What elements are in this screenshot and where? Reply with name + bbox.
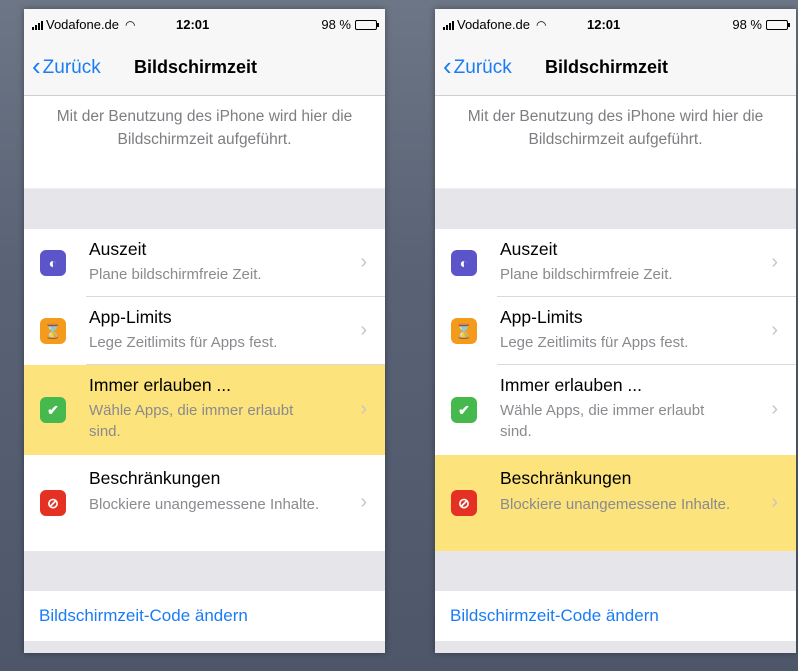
wifi-icon: ◠ bbox=[125, 17, 136, 32]
row-title: Beschränkungen bbox=[89, 468, 221, 488]
change-code-link[interactable]: Bildschirmzeit-Code ändern bbox=[450, 606, 659, 626]
row-app-limits[interactable]: ⌛ App-Limits Lege Zeitlimits für Apps fe… bbox=[435, 297, 796, 365]
row-app-limits[interactable]: ⌛ App-Limits Lege Zeitlimits für Apps fe… bbox=[24, 297, 385, 365]
row-auszeit[interactable]: ◐ Auszeit Plane bildschirmfreie Zeit. › bbox=[435, 229, 796, 297]
chevron-right-icon: › bbox=[360, 398, 367, 420]
battery-icon bbox=[766, 19, 790, 30]
hourglass-icon: ⌛ bbox=[40, 318, 66, 344]
status-bar: Vodafone.de ◠ 12:01 98 % bbox=[24, 9, 385, 39]
row-subtitle: Blockiere unangemessene Inhalte. bbox=[500, 496, 731, 513]
battery-indicator: 98 % bbox=[321, 17, 379, 32]
chevron-right-icon: › bbox=[360, 251, 367, 273]
chevron-left-icon: ‹ bbox=[32, 51, 41, 81]
downtime-icon: ◐ bbox=[40, 250, 66, 276]
row-subtitle: Blockiere unangemessene Inhalte. bbox=[89, 496, 320, 513]
restriction-icon: ⊘ bbox=[451, 490, 477, 516]
row-subtitle: Wähle Apps, die immer erlaubt sind. bbox=[89, 402, 294, 440]
section-gap bbox=[435, 641, 796, 653]
chevron-right-icon: › bbox=[360, 491, 367, 513]
row-restrictions[interactable]: ⊘ Beschränkungen Blockiere unangemessene… bbox=[435, 455, 796, 551]
back-label: Zurück bbox=[453, 57, 512, 78]
carrier-indicator: Vodafone.de ◠ bbox=[443, 17, 547, 32]
battery-indicator: 98 % bbox=[732, 17, 790, 32]
row-title: Immer erlauben ... bbox=[500, 375, 642, 395]
back-label: Zurück bbox=[42, 57, 101, 78]
row-title: Auszeit bbox=[89, 239, 147, 259]
page-title: Bildschirmzeit bbox=[134, 57, 258, 77]
carrier-indicator: Vodafone.de ◠ bbox=[32, 17, 136, 32]
row-title: Beschränkungen bbox=[500, 468, 632, 488]
row-subtitle: Plane bildschirmfreie Zeit. bbox=[500, 266, 673, 283]
battery-percent: 98 % bbox=[321, 17, 351, 32]
navigation-bar: ‹ Zurück Bildschirmzeit bbox=[24, 39, 385, 96]
status-time: 12:01 bbox=[176, 17, 210, 32]
row-always-allowed[interactable]: ✔ Immer erlauben ... Wähle Apps, die imm… bbox=[435, 365, 796, 455]
chevron-right-icon: › bbox=[771, 319, 778, 341]
row-title: Auszeit bbox=[500, 239, 558, 259]
row-title: Immer erlauben ... bbox=[89, 375, 231, 395]
wifi-icon: ◠ bbox=[536, 17, 547, 32]
hourglass-icon: ⌛ bbox=[451, 318, 477, 344]
chevron-right-icon: › bbox=[771, 491, 778, 513]
status-bar: Vodafone.de ◠ 12:01 98 % bbox=[435, 9, 796, 39]
downtime-icon: ◐ bbox=[451, 250, 477, 276]
phone-screen-right: Vodafone.de ◠ 12:01 98 % ‹ Zurück Bildsc… bbox=[435, 9, 796, 653]
carrier-name: Vodafone.de bbox=[46, 17, 120, 32]
change-code-link[interactable]: Bildschirmzeit-Code ändern bbox=[39, 606, 248, 626]
section-gap bbox=[435, 551, 796, 591]
chevron-right-icon: › bbox=[360, 319, 367, 341]
page-title: Bildschirmzeit bbox=[545, 57, 669, 77]
section-gap bbox=[24, 189, 385, 229]
row-subtitle: Plane bildschirmfreie Zeit. bbox=[89, 266, 262, 283]
checkmark-badge-icon: ✔ bbox=[40, 397, 66, 423]
section-gap bbox=[24, 641, 385, 653]
signal-icon bbox=[443, 20, 454, 30]
chevron-left-icon: ‹ bbox=[443, 51, 452, 81]
row-subtitle: Wähle Apps, die immer erlaubt sind. bbox=[500, 402, 705, 440]
change-code-row[interactable]: Bildschirmzeit-Code ändern bbox=[435, 591, 796, 641]
battery-icon bbox=[355, 19, 379, 30]
carrier-name: Vodafone.de bbox=[457, 17, 531, 32]
info-text: Mit der Benutzung des iPhone wird hier d… bbox=[467, 108, 764, 148]
row-auszeit[interactable]: ◐ Auszeit Plane bildschirmfreie Zeit. › bbox=[24, 229, 385, 297]
status-time: 12:01 bbox=[587, 17, 621, 32]
section-gap bbox=[435, 189, 796, 229]
row-subtitle: Lege Zeitlimits für Apps fest. bbox=[89, 334, 278, 351]
back-button[interactable]: ‹ Zurück bbox=[443, 51, 512, 81]
phone-screen-left: Vodafone.de ◠ 12:01 98 % ‹ Zurück Bildsc… bbox=[24, 9, 385, 653]
back-button[interactable]: ‹ Zurück bbox=[32, 51, 101, 81]
info-section: Mit der Benutzung des iPhone wird hier d… bbox=[435, 96, 796, 188]
navigation-bar: ‹ Zurück Bildschirmzeit bbox=[435, 39, 796, 96]
chevron-right-icon: › bbox=[771, 398, 778, 420]
row-title: App-Limits bbox=[500, 307, 583, 327]
row-always-allowed[interactable]: ✔ Immer erlauben ... Wähle Apps, die imm… bbox=[24, 365, 385, 455]
chevron-right-icon: › bbox=[771, 251, 778, 273]
info-section: Mit der Benutzung des iPhone wird hier d… bbox=[24, 96, 385, 188]
info-text: Mit der Benutzung des iPhone wird hier d… bbox=[56, 108, 353, 148]
checkmark-badge-icon: ✔ bbox=[451, 397, 477, 423]
row-restrictions[interactable]: ⊘ Beschränkungen Blockiere unangemessene… bbox=[24, 455, 385, 551]
change-code-row[interactable]: Bildschirmzeit-Code ändern bbox=[24, 591, 385, 641]
battery-percent: 98 % bbox=[732, 17, 762, 32]
section-gap bbox=[24, 551, 385, 591]
restriction-icon: ⊘ bbox=[40, 490, 66, 516]
signal-icon bbox=[32, 20, 43, 30]
row-subtitle: Lege Zeitlimits für Apps fest. bbox=[500, 334, 689, 351]
row-title: App-Limits bbox=[89, 307, 172, 327]
